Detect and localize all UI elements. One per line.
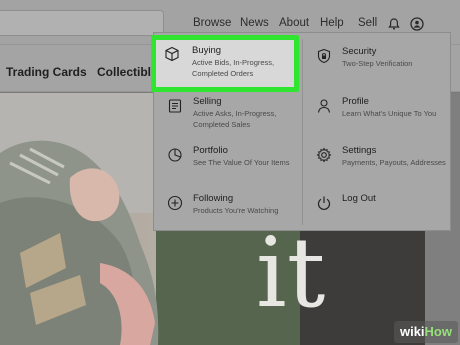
menu-item-title: Settings	[342, 145, 377, 156]
plus-circle-icon	[167, 195, 183, 211]
menu-item-desc: See The Value Of Your Items	[193, 158, 290, 167]
menu-item-title: Log Out	[342, 193, 376, 204]
box-icon	[164, 46, 180, 62]
nav-news[interactable]: News	[240, 17, 269, 33]
menu-item-desc: Products You're Watching	[193, 206, 279, 215]
hero-text: it	[256, 217, 326, 329]
user-icon[interactable]	[410, 17, 424, 31]
bell-icon[interactable]	[387, 17, 401, 31]
menu-item-title: Security	[342, 46, 377, 57]
menu-item-desc: Active Asks, In-Progress, Completed Sale…	[193, 109, 277, 129]
menu-item-desc: Active Bids, In-Progress, Completed Orde…	[192, 58, 275, 78]
menu-item-desc: Learn What's Unique To You	[342, 109, 437, 118]
menu-item-portfolio[interactable]: Portfolio See The Value Of Your Items	[167, 145, 307, 189]
watermark-wiki: wiki	[399, 324, 425, 339]
menu-item-title: Buying	[192, 45, 222, 56]
menu-item-desc: Two-Step Verification	[342, 59, 413, 68]
category-collectibles[interactable]: Collectible	[97, 65, 158, 79]
menu-item-profile[interactable]: Profile Learn What's Unique To You	[316, 96, 456, 140]
wikihow-watermark: wikiHow	[393, 321, 458, 343]
category-trading-cards[interactable]: Trading Cards	[6, 65, 87, 79]
nav-sell[interactable]: Sell	[358, 17, 377, 33]
menu-item-title: Following	[193, 193, 234, 204]
nav-about[interactable]: About	[279, 17, 309, 33]
lock-icon	[316, 48, 332, 64]
menu-item-title: Portfolio	[193, 145, 228, 156]
menu-item-settings[interactable]: Settings Payments, Payouts, Addresses	[316, 145, 456, 189]
menu-item-selling[interactable]: Selling Active Asks, In-Progress, Comple…	[167, 96, 307, 140]
person-icon	[316, 98, 332, 114]
power-icon	[316, 195, 332, 211]
gear-icon	[316, 147, 332, 163]
menu-item-security[interactable]: Security Two-Step Verification	[316, 46, 456, 90]
nav-browse[interactable]: Browse	[193, 17, 231, 33]
menu-item-following[interactable]: Following Products You're Watching	[167, 193, 307, 237]
menu-item-desc: Payments, Payouts, Addresses	[342, 158, 446, 167]
buying-highlight[interactable]: Buying Active Bids, In-Progress, Complet…	[151, 35, 299, 92]
search-input[interactable]	[0, 10, 164, 36]
nav-help[interactable]: Help	[320, 17, 344, 33]
watermark-how: How	[424, 324, 452, 339]
menu-item-log-out[interactable]: Log Out	[316, 193, 456, 237]
menu-item-title: Profile	[342, 96, 369, 107]
chart-icon	[167, 147, 183, 163]
receipt-icon	[167, 98, 183, 114]
menu-item-title: Selling	[193, 96, 222, 107]
